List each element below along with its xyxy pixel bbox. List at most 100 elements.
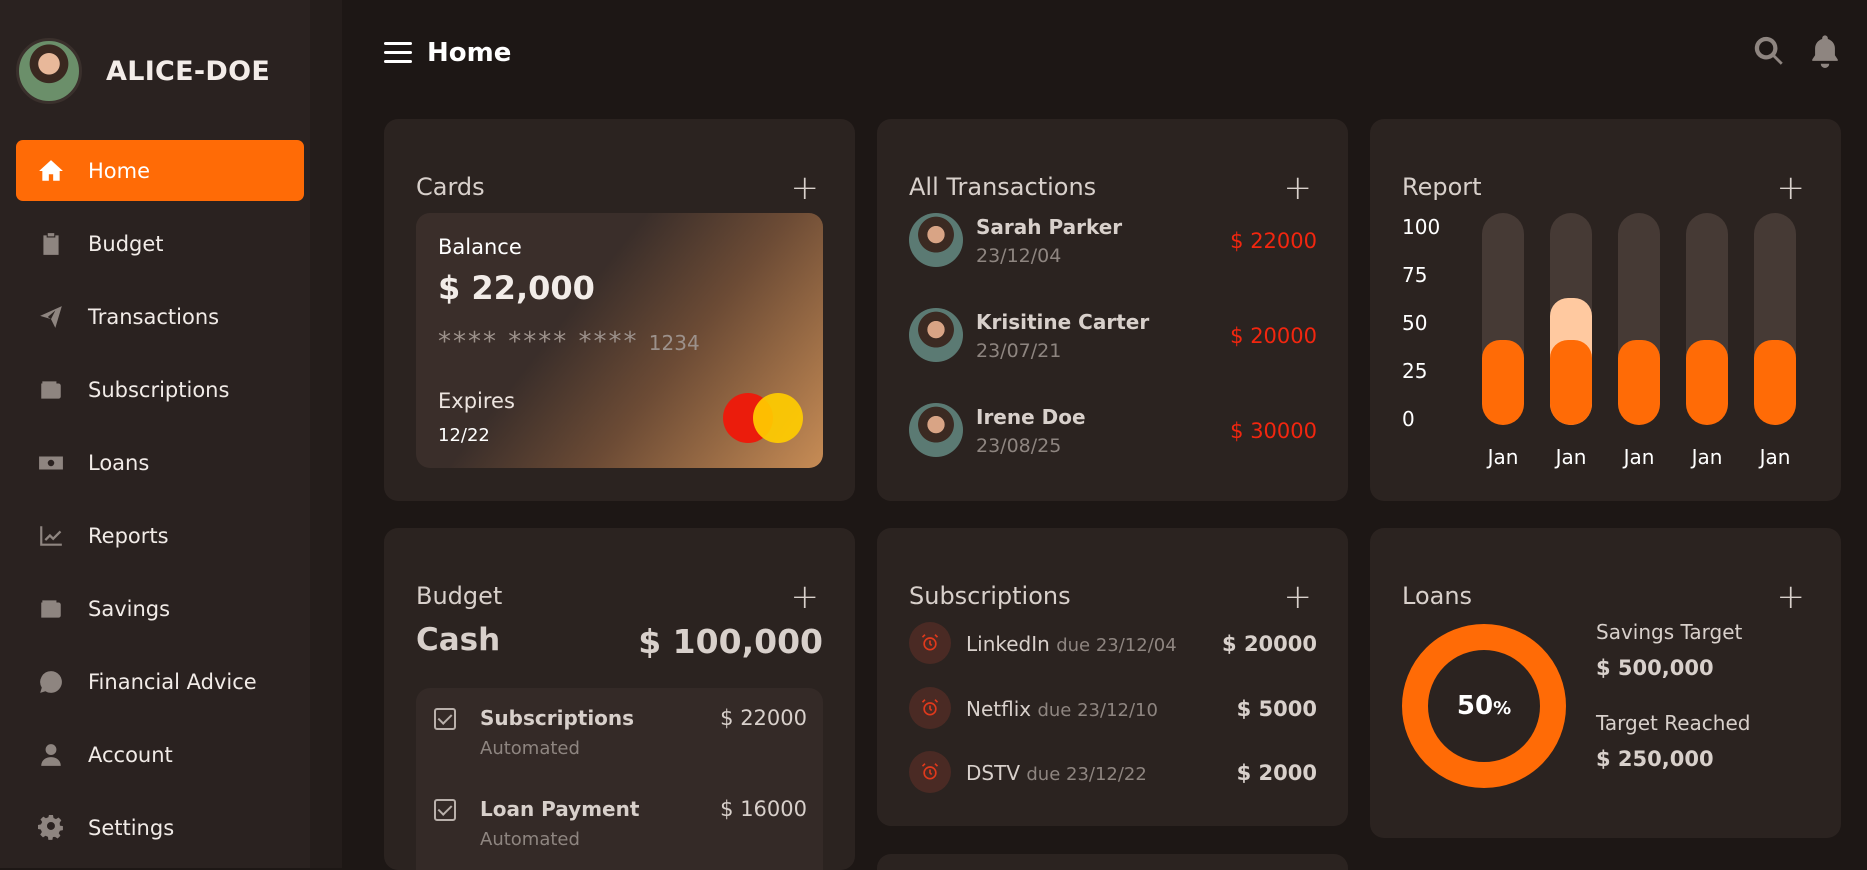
gear-icon	[38, 814, 64, 841]
sidebar-item-budget[interactable]: Budget	[16, 213, 304, 274]
add-transaction-button[interactable]: +	[1284, 171, 1313, 205]
expires-label: Expires	[438, 389, 515, 413]
bar-track[interactable]	[1754, 213, 1796, 425]
item-amount: $ 22000	[720, 706, 807, 730]
subscription-name: DSTV due 23/12/22	[966, 761, 1147, 785]
transactions-card: All Transactions + Sarah Parker 23/12/04…	[877, 119, 1348, 501]
sidebar-item-label: Subscriptions	[88, 377, 230, 402]
avatar	[16, 38, 82, 104]
sidebar-item-subscriptions[interactable]: Subscriptions	[16, 359, 304, 420]
sidebar-item-settings[interactable]: Settings	[16, 797, 304, 858]
avatar	[909, 403, 963, 457]
subscription-amount: $ 2000	[1236, 761, 1317, 785]
user-icon	[38, 742, 64, 768]
sidebar-item-label: Budget	[88, 231, 164, 256]
sidebar-item-label: Financial Advice	[88, 669, 257, 694]
transaction-date: 23/12/04	[976, 245, 1062, 267]
subscription-row[interactable]: Netflix due 23/12/10 $ 5000	[909, 687, 1317, 731]
checkbox[interactable]	[434, 799, 456, 821]
add-report-button[interactable]: +	[1777, 171, 1806, 205]
subscription-row[interactable]: DSTV due 23/12/22 $ 2000	[909, 751, 1317, 795]
progress-value: 50%	[1456, 691, 1512, 721]
paper-plane-icon	[38, 304, 64, 330]
x-tick-label: Jan	[1623, 445, 1655, 469]
add-card-button[interactable]: +	[791, 171, 820, 205]
card-title: Report	[1402, 173, 1482, 201]
add-subscription-button[interactable]: +	[1284, 580, 1313, 614]
x-tick-label: Jan	[1487, 445, 1519, 469]
wallet-icon	[38, 596, 64, 622]
progress-donut: 50%	[1402, 624, 1566, 788]
wallet-icon	[38, 377, 64, 403]
y-tick-label: 100	[1402, 215, 1441, 239]
add-loan-button[interactable]: +	[1777, 580, 1806, 614]
list-item[interactable]: Subscriptions Automated $ 22000	[416, 688, 823, 759]
transaction-row[interactable]: Irene Doe 23/08/25 $ 30000	[909, 403, 1317, 459]
clipboard-icon	[38, 231, 64, 257]
report-card: Report + 100 75 50 25 0 Jan Jan Jan Jan Jan	[1370, 119, 1841, 501]
card-title: All Transactions	[909, 173, 1097, 201]
bar-track[interactable]	[1550, 213, 1592, 425]
avatar	[909, 308, 963, 362]
bar-segment-primary	[1550, 340, 1592, 425]
bar-track[interactable]	[1482, 213, 1524, 425]
bar-segment-primary	[1482, 340, 1524, 425]
y-tick-label: 25	[1402, 359, 1428, 383]
transaction-row[interactable]: Sarah Parker 23/12/04 $ 22000	[909, 213, 1317, 269]
sidebar: ALICE-DOE Home Budget Transactions Subsc…	[0, 0, 310, 868]
profile[interactable]: ALICE-DOE	[16, 38, 270, 104]
transaction-row[interactable]: Krisitine Carter 23/07/21 $ 20000	[909, 308, 1317, 364]
alarm-icon	[909, 687, 951, 729]
sidebar-item-transactions[interactable]: Transactions	[16, 286, 304, 347]
search-icon[interactable]	[1752, 34, 1786, 68]
balance-amount: $ 22,000	[438, 269, 595, 307]
sidebar-item-label: Savings	[88, 596, 171, 621]
sidebar-item-financial-advice[interactable]: Financial Advice	[16, 651, 304, 712]
sidebar-item-savings[interactable]: Savings	[16, 578, 304, 639]
bar-segment-primary	[1754, 340, 1796, 425]
bank-card[interactable]: Balance $ 22,000 **** **** **** 1234 Exp…	[416, 213, 823, 468]
sidebar-item-loans[interactable]: Loans	[16, 432, 304, 493]
bar-track[interactable]	[1618, 213, 1660, 425]
cards-card: Cards + Balance $ 22,000 **** **** **** …	[384, 119, 855, 501]
subscription-amount: $ 5000	[1236, 697, 1317, 721]
loans-card: Loans + 50% Savings Target $ 500,000 Tar…	[1370, 528, 1841, 838]
y-tick-label: 50	[1402, 311, 1428, 335]
bar-segment-primary	[1686, 340, 1728, 425]
savings-target-value: $ 500,000	[1596, 656, 1714, 680]
checkbox[interactable]	[434, 708, 456, 730]
bell-icon[interactable]	[1808, 34, 1842, 68]
sidebar-item-account[interactable]: Account	[16, 724, 304, 785]
transaction-date: 23/08/25	[976, 435, 1062, 457]
transaction-date: 23/07/21	[976, 340, 1062, 362]
transaction-name: Krisitine Carter	[976, 310, 1150, 334]
chart-line-icon	[38, 523, 64, 549]
balance-label: Balance	[438, 235, 522, 259]
savings-target-label: Savings Target	[1596, 620, 1743, 644]
sidebar-item-reports[interactable]: Reports	[16, 505, 304, 566]
list-item[interactable]: Loan Payment Automated $ 16000	[416, 779, 823, 850]
cash-total: $ 100,000	[638, 622, 823, 661]
sidebar-item-home[interactable]: Home	[16, 140, 304, 201]
x-tick-label: Jan	[1555, 445, 1587, 469]
y-tick-label: 0	[1402, 407, 1415, 431]
menu-icon[interactable]	[384, 42, 412, 64]
card-title: Cards	[416, 173, 485, 201]
money-bill-icon	[38, 450, 64, 476]
card-title: Loans	[1402, 582, 1473, 610]
y-tick-label: 75	[1402, 263, 1428, 287]
dollar-chat-icon	[38, 669, 64, 695]
subscriptions-card: Subscriptions + LinkedIn due 23/12/04 $ …	[877, 528, 1348, 826]
sidebar-scrollbar[interactable]	[310, 0, 342, 868]
sidebar-item-label: Settings	[88, 815, 175, 840]
subscription-row[interactable]: LinkedIn due 23/12/04 $ 20000	[909, 622, 1317, 666]
bar-track[interactable]	[1686, 213, 1728, 425]
sidebar-nav: Home Budget Transactions Subscriptions L…	[16, 140, 304, 870]
avatar	[909, 213, 963, 267]
target-reached-label: Target Reached	[1596, 711, 1751, 735]
add-budget-button[interactable]: +	[791, 580, 820, 614]
sidebar-item-label: Account	[88, 742, 173, 767]
item-sub: Automated	[480, 829, 580, 850]
alarm-icon	[909, 622, 951, 664]
alarm-icon	[909, 751, 951, 793]
